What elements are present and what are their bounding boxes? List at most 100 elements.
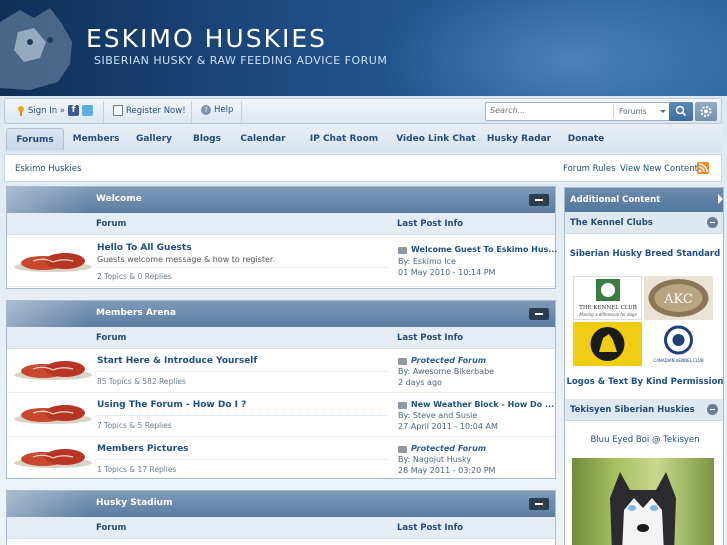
forum-row: Members Pictures 1 Topics & 17 Replies P… [7, 437, 555, 481]
sign-in-label: Sign In » [28, 105, 66, 116]
divider [191, 101, 192, 123]
divider [97, 415, 387, 416]
forum-name[interactable]: Using The Forum - How Do I ? [97, 400, 246, 410]
main-nav: Forums Members Gallery Blogs Calendar IP… [4, 124, 722, 166]
tab-video-link-chat[interactable]: Video Link Chat [396, 128, 476, 150]
raw-meat-icon [14, 361, 92, 380]
search-icon [675, 105, 687, 117]
akc-icon: AKC [648, 279, 709, 317]
tab-donate[interactable]: Donate [564, 128, 608, 150]
site-subtitle: SIBERIAN HUSKY & RAW FEEDING ADVICE FORU… [94, 54, 388, 67]
forum-row: Using The Forum - How Do I ? 7 Topics & … [7, 393, 555, 437]
ckc-logo[interactable]: CANADIAN KENNEL CLUB [644, 322, 713, 366]
view-new-content-link[interactable]: View New Content [620, 164, 698, 174]
akc-lettering: AKC [663, 292, 693, 307]
last-post-title[interactable]: Protected Forum [411, 356, 486, 365]
divider [103, 101, 104, 123]
last-post-date: 01 May 2010 - 10:14 PM [398, 268, 496, 277]
category-title[interactable]: Welcome [96, 194, 142, 204]
category-husky-watermark [7, 491, 91, 517]
last-post-title[interactable]: New Weather Block - How Do ... [411, 400, 554, 409]
column-last-post: Last Post Info [397, 219, 464, 229]
category-title[interactable]: Husky Stadium [96, 498, 172, 508]
category-husky-stadium: Husky Stadium Forum Last Post Info [6, 490, 556, 545]
tab-ip-chat-room-label: IP Chat Room [309, 134, 379, 144]
help-icon: ? [201, 105, 211, 115]
category-husky-watermark [7, 301, 91, 327]
sign-in-link[interactable]: Sign In » f [17, 105, 94, 116]
post-icon [398, 402, 407, 409]
site-header: ESKIMO HUSKIES SIBERIAN HUSKY & RAW FEED… [0, 0, 727, 96]
tekisyen-title: Tekisyen Siberian Huskies [570, 405, 695, 415]
forum-name[interactable]: Start Here & Introduce Yourself [97, 356, 257, 366]
forum-row: Start Here & Introduce Yourself 85 Topic… [7, 349, 555, 393]
last-post-author[interactable]: By: Eskimo Ice [398, 257, 456, 266]
raw-meat-icon [14, 449, 92, 468]
category-title[interactable]: Members Arena [96, 308, 176, 318]
divider [97, 267, 387, 268]
breadcrumb-home[interactable]: Eskimo Huskies [15, 164, 81, 174]
tab-forums[interactable]: Forums [6, 128, 64, 150]
tab-husky-radar[interactable]: Husky Radar [486, 128, 552, 150]
forum-name[interactable]: Members Pictures [97, 444, 189, 454]
husky-logo-icon [0, 8, 72, 90]
kennel-clubs-title: The Kennel Clubs [570, 218, 653, 228]
ckc-name: CANADIAN KENNEL CLUB [653, 358, 703, 363]
divider [97, 371, 387, 372]
ukc-logo[interactable] [573, 322, 642, 366]
collapse-icon[interactable] [529, 308, 549, 320]
tab-calendar[interactable]: Calendar [236, 128, 290, 150]
last-post-author[interactable]: By: Steve and Susie [398, 411, 477, 420]
tab-gallery[interactable]: Gallery [130, 128, 178, 150]
raw-meat-icon [14, 253, 92, 272]
last-post-date: 2 days ago [398, 378, 442, 387]
collapse-icon[interactable] [529, 498, 549, 510]
rss-icon[interactable] [697, 162, 709, 174]
post-icon [398, 247, 407, 254]
search-scope-select[interactable]: Forums [613, 105, 669, 118]
sidebar-title: Additional Content [570, 195, 661, 205]
last-post-author[interactable]: By: Awesome Bikerbabe [398, 367, 494, 376]
column-headers: Forum Last Post Info [7, 213, 555, 235]
category-header: Members Arena [7, 301, 555, 327]
last-post-title[interactable]: Protected Forum [411, 444, 486, 453]
akc-logo[interactable]: AKC [644, 276, 713, 320]
chevron-right-icon[interactable] [718, 194, 723, 204]
forum-name[interactable]: Hello To All Guests [97, 243, 192, 253]
breed-standard-link[interactable]: Siberian Husky Breed Standard [565, 249, 723, 259]
forum-stats: 7 Topics & 5 Replies [97, 421, 172, 430]
last-post-author[interactable]: By: Nagojut Husky [398, 455, 471, 464]
column-last-post: Last Post Info [397, 333, 464, 343]
column-forum: Forum [96, 523, 127, 533]
column-forum: Forum [96, 219, 127, 229]
twitter-icon[interactable] [82, 105, 94, 116]
register-icon [113, 105, 123, 116]
kennel-club-tagline: Making a difference for dogs [579, 312, 636, 317]
collapse-icon[interactable] [529, 194, 549, 206]
forum-stats: 1 Topics & 17 Replies [97, 465, 177, 474]
category-header: Welcome [7, 187, 555, 213]
key-icon [17, 105, 25, 116]
search-input[interactable] [490, 106, 610, 115]
category-husky-watermark [7, 187, 91, 213]
husky-photo[interactable] [572, 458, 714, 545]
kennel-club-logo[interactable]: THE KENNEL CLUB Making a difference for … [573, 276, 642, 320]
tab-ip-chat-room[interactable]: IP Chat Room0 [304, 128, 384, 166]
tab-members[interactable]: Members [70, 128, 122, 150]
settings-button[interactable] [695, 102, 717, 121]
forum-rules-link[interactable]: Forum Rules [563, 164, 616, 174]
last-post-title[interactable]: Welcome Guest To Eskimo Hus... [411, 245, 557, 254]
column-headers: Forum Last Post Info [7, 327, 555, 349]
site-title[interactable]: ESKIMO HUSKIES [86, 24, 327, 53]
divider [97, 459, 387, 460]
collapse-icon[interactable] [707, 217, 718, 228]
category-welcome: Welcome Forum Last Post Info Hello To Al… [6, 186, 557, 289]
collapse-icon[interactable] [707, 404, 718, 415]
help-link[interactable]: ? Help [201, 105, 233, 115]
tab-blogs[interactable]: Blogs [186, 128, 228, 150]
search-box: Forums [485, 102, 671, 121]
sidebar: Additional Content The Kennel Clubs Sibe… [564, 187, 724, 545]
register-link[interactable]: Register Now! [113, 105, 186, 116]
facebook-icon[interactable]: f [68, 105, 80, 116]
search-button[interactable] [669, 102, 693, 121]
